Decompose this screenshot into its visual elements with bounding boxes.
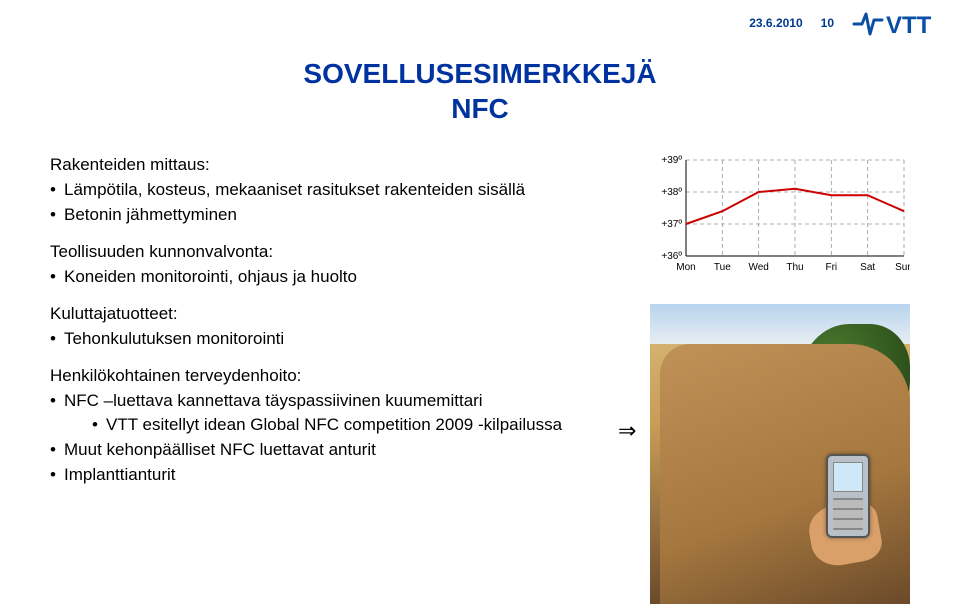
svg-text:Mon: Mon — [676, 262, 695, 273]
svg-text:Tue: Tue — [714, 262, 731, 273]
svg-text:Wed: Wed — [748, 262, 768, 273]
list-item: VTT esitellyt idean Global NFC competiti… — [92, 414, 610, 437]
double-arrow-icon: ⇒ — [618, 418, 636, 444]
slide-title: SOVELLUSESIMERKKEJÄ NFC — [50, 56, 910, 126]
svg-text:+38º: +38º — [661, 187, 682, 198]
photo-phone — [826, 454, 870, 538]
svg-text:+36º: +36º — [661, 251, 682, 262]
block-rakenteiden: Rakenteiden mittaus: Lämpötila, kosteus,… — [50, 154, 610, 227]
block-terveydenhoito: Henkilökohtainen terveydenhoito: NFC –lu… — [50, 365, 610, 488]
list-item: NFC –luettava kannettava täyspassiivinen… — [50, 390, 610, 438]
list-item: Koneiden monitorointi, ohjaus ja huolto — [50, 266, 610, 289]
phone-keypad-icon — [833, 498, 863, 530]
phone-screen-icon — [833, 462, 863, 492]
content: Rakenteiden mittaus: Lämpötila, kosteus,… — [50, 154, 910, 501]
header: 23.6.2010 10 VTT — [749, 6, 942, 40]
photo-nfc-phone — [650, 304, 910, 604]
date-page: 23.6.2010 10 — [749, 16, 834, 30]
block-teollisuuden: Teollisuuden kunnonvalvonta: Koneiden mo… — [50, 241, 610, 289]
list-item: Lämpötila, kosteus, mekaaniset rasitukse… — [50, 179, 610, 202]
title-line-1: SOVELLUSESIMERKKEJÄ — [50, 56, 910, 91]
figure-column: +39º +38º +37º +36ºMon Tue Wed Thu Fri Sat Sun — [620, 154, 910, 501]
photo-person — [660, 344, 910, 604]
vtt-logo: VTT — [852, 6, 942, 40]
svg-text:+37º: +37º — [661, 219, 682, 230]
slide-date: 23.6.2010 — [749, 16, 802, 30]
block-head: Kuluttajatuotteet: — [50, 303, 610, 326]
list-item: Muut kehonpäälliset NFC luettavat anturi… — [50, 439, 610, 462]
svg-text:Sat: Sat — [860, 262, 875, 273]
block-head: Henkilökohtainen terveydenhoito: — [50, 365, 610, 388]
slide-page: 10 — [821, 16, 834, 30]
title-line-2: NFC — [50, 91, 910, 126]
slide: 23.6.2010 10 VTT SOVELLUSESIMERKKEJÄ NFC… — [0, 0, 960, 586]
list-item: Tehonkulutuksen monitorointi — [50, 328, 610, 351]
svg-text:Sun: Sun — [895, 262, 910, 273]
svg-text:Fri: Fri — [825, 262, 837, 273]
block-head: Rakenteiden mittaus: — [50, 154, 610, 177]
svg-text:Thu: Thu — [786, 262, 803, 273]
list-item: Betonin jähmettyminen — [50, 204, 610, 227]
temperature-chart: +39º +38º +37º +36ºMon Tue Wed Thu Fri Sat Sun — [650, 154, 910, 274]
list-item: Implanttianturit — [50, 464, 610, 487]
block-head: Teollisuuden kunnonvalvonta: — [50, 241, 610, 264]
text-column: Rakenteiden mittaus: Lämpötila, kosteus,… — [50, 154, 610, 501]
block-kuluttaja: Kuluttajatuotteet: Tehonkulutuksen monit… — [50, 303, 610, 351]
svg-text:+39º: +39º — [661, 155, 682, 166]
logo-text: VTT — [886, 12, 932, 39]
